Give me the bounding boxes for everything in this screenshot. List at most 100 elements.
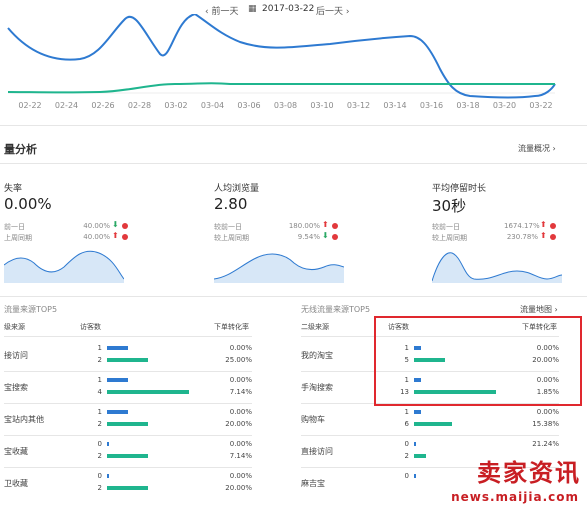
watermark-url: news.maijia.com [451, 490, 579, 504]
kpi-label: 平均停留时长 [432, 184, 487, 194]
arrow-down-icon: ⬇ [112, 220, 119, 229]
x-axis-label: 03-06 [237, 101, 261, 110]
bar-prev [107, 474, 110, 478]
kpi-label: 人均浏览量 [214, 184, 260, 194]
x-axis-label: 03-20 [492, 101, 517, 110]
right-header-source: 二级来源 [301, 323, 329, 331]
row-source-label: 卫收藏 [4, 479, 28, 488]
left-header-source: 级来源 [4, 323, 25, 331]
bar-prev [107, 378, 128, 382]
row-source-label: 我的淘宝 [301, 351, 333, 360]
left-table-title: 流量来源TOP5 [4, 305, 58, 314]
row-rate-curr: 7.14% [229, 452, 252, 460]
left-header-rate: 下单转化率 [214, 323, 249, 331]
row-visitors-curr: 6 [404, 420, 409, 428]
x-axis-label: 03-02 [164, 101, 188, 110]
traffic-overview-link[interactable]: 流量概况 › [518, 143, 556, 154]
kpi-compare-pct: 9.54% [297, 233, 320, 241]
kpi-compare-label: 较前一日 [214, 223, 242, 231]
bar-curr [414, 422, 452, 426]
bar-prev [414, 474, 416, 478]
x-axis-label: 03-22 [529, 101, 553, 110]
watermark-text: 卖家资讯 [477, 459, 581, 487]
kpi-compare-pct: 230.78% [506, 233, 538, 241]
row-source-label: 宝站内其他 [4, 415, 44, 424]
bar-curr [107, 486, 148, 490]
alert-icon [122, 234, 128, 240]
kpi-label: 失率 [4, 184, 23, 194]
row-rate-curr: 15.38% [532, 420, 559, 428]
bar-curr [414, 454, 427, 458]
kpi-compare-label: 较上周同期 [214, 234, 249, 242]
kpi-compare-pct: 1674.17% [504, 222, 540, 230]
row-divider [4, 467, 252, 468]
row-source-label: 购物车 [301, 415, 325, 424]
bar-curr [107, 454, 148, 458]
kpi-compare-label: 较前一日 [432, 223, 460, 231]
row-visitors-curr: 2 [97, 484, 102, 492]
bar-curr [107, 390, 189, 394]
row-divider [4, 403, 252, 404]
bar-curr [107, 422, 148, 426]
divider [0, 125, 587, 126]
kpi-compare-label: 上周同期 [4, 234, 32, 242]
x-axis-label: 02-22 [18, 101, 42, 110]
row-rate-curr: 20.00% [225, 420, 252, 428]
arrow-up-icon: ⬆ [112, 231, 119, 240]
kpi-value: 30秒 [432, 197, 467, 215]
row-visitors-prev: 1 [97, 376, 102, 384]
alert-icon [550, 223, 556, 229]
bar-prev [414, 442, 416, 446]
highlight-box [374, 316, 582, 406]
bar-prev [107, 346, 128, 350]
row-visitors-prev: 1 [97, 408, 102, 416]
row-source-label: 手淘搜索 [301, 383, 333, 392]
row-rate-curr: 25.00% [225, 356, 252, 364]
row-source-label: 麻吉宝 [301, 479, 325, 488]
row-rate-curr: 20.00% [225, 484, 252, 492]
row-visitors-prev: 1 [404, 408, 409, 416]
row-source-label: 直接访问 [301, 447, 333, 456]
kpi-compare-pct: 40.00% [83, 222, 110, 230]
arrow-up-icon: ⬆ [540, 231, 547, 240]
x-axis-label: 03-18 [456, 101, 480, 110]
right-table-title: 无线流量来源TOP5 [301, 305, 371, 314]
x-axis-label: 03-16 [419, 101, 444, 110]
row-divider [4, 435, 252, 436]
row-rate-prev: 0.00% [229, 376, 252, 384]
row-visitors-curr: 2 [97, 420, 102, 428]
sparkline-bounce [4, 250, 124, 283]
series-green-line [7, 82, 555, 94]
x-axis-label: 03-08 [273, 101, 298, 110]
alert-icon [332, 223, 338, 229]
bar-prev [414, 410, 421, 414]
row-visitors-curr: 2 [97, 452, 102, 460]
calendar-icon[interactable]: ▦ [248, 4, 257, 14]
alert-icon [550, 234, 556, 240]
arrow-up-icon: ⬆ [540, 220, 547, 229]
row-visitors-curr: 4 [97, 388, 102, 396]
section-title: 量分析 [4, 143, 37, 156]
row-rate-prev: 0.00% [229, 408, 252, 416]
alert-icon [332, 234, 338, 240]
kpi-value: 0.00% [4, 195, 52, 213]
row-rate-prev: 0.00% [536, 408, 559, 416]
row-divider [301, 435, 559, 436]
x-axis-label: 03-12 [346, 101, 371, 110]
row-source-label: 宝搜索 [4, 383, 28, 392]
bar-prev [107, 442, 110, 446]
trend-chart [7, 14, 556, 99]
traffic-map-link[interactable]: 流量地图 › [520, 304, 558, 315]
divider [0, 296, 587, 297]
row-visitors-prev: 0 [97, 472, 102, 480]
x-axis-label: 03-14 [383, 101, 407, 110]
kpi-compare-label: 较上周同期 [432, 234, 467, 242]
page-root: { "nav": {"prev": "‹ 前一天", "date": "2017… [0, 0, 587, 508]
row-rate-curr: 7.14% [229, 388, 252, 396]
row-visitors-curr: 2 [404, 452, 409, 460]
x-axis-label: 03-10 [310, 101, 334, 110]
x-axis-label: 02-28 [127, 101, 152, 110]
current-date: 2017-03-22 [262, 4, 315, 14]
kpi-value: 2.80 [214, 195, 248, 213]
bar-prev [107, 410, 128, 414]
